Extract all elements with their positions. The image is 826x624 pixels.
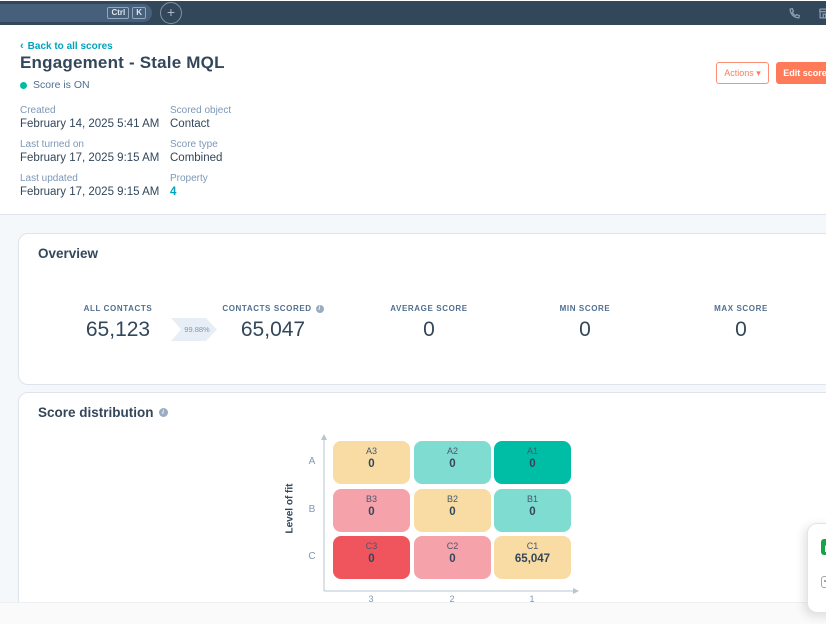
- info-icon[interactable]: i: [159, 408, 168, 417]
- matrix-cell-c3: C3 0: [333, 536, 410, 579]
- metric-value: 0: [510, 318, 660, 342]
- metric-label: MAX SCORE: [666, 304, 816, 313]
- metric-label: AVERAGE SCORE: [354, 304, 504, 313]
- score-status: Score is ON: [20, 79, 90, 91]
- meta-label: Scored object: [170, 105, 231, 116]
- metric-label: MIN SCORE: [510, 304, 660, 313]
- chevron-left-icon: ‹: [20, 40, 24, 52]
- cell-id: C2: [414, 541, 491, 551]
- k-keycap: K: [132, 7, 146, 19]
- meta-last-turned-on: Last turned on February 17, 2025 9:15 AM: [20, 139, 159, 164]
- meta-property: Property 4: [170, 173, 231, 198]
- cell-id: C3: [333, 541, 410, 551]
- row-label-b: B: [303, 504, 321, 515]
- back-to-scores-link[interactable]: ‹ Back to all scores: [20, 40, 113, 52]
- meta-value: February 17, 2025 9:15 AM: [20, 152, 159, 164]
- meta-value: Combined: [170, 152, 231, 164]
- score-detail-header: ‹ Back to all scores Engagement - Stale M…: [0, 25, 826, 215]
- cell-value: 0: [333, 506, 410, 518]
- meta-score-type: Score type Combined: [170, 139, 231, 164]
- overview-card: Overview ALL CONTACTS 65,123 99.88% CONT…: [18, 233, 826, 385]
- meta-label: Last turned on: [20, 139, 159, 150]
- matrix-cell-b3: B3 0: [333, 489, 410, 532]
- matrix-cell-b2: B2 0: [414, 489, 491, 532]
- cell-id: C1: [494, 541, 571, 551]
- y-axis-label: Level of fit: [285, 474, 296, 544]
- cell-id: A2: [414, 446, 491, 456]
- matrix-cell-a3: A3 0: [333, 441, 410, 484]
- metric-value: 65,123: [43, 318, 193, 342]
- status-on-dot-icon: [20, 82, 27, 89]
- metric-contacts-scored: CONTACTS SCORED i 65,047: [198, 304, 348, 342]
- meta-label: Property: [170, 173, 231, 184]
- create-new-button[interactable]: +: [160, 2, 182, 24]
- cell-value: 0: [414, 553, 491, 565]
- metric-label: ALL CONTACTS: [43, 304, 193, 313]
- meta-label: Score type: [170, 139, 231, 150]
- matrix-cell-c2: C2 0: [414, 536, 491, 579]
- metric-min-score: MIN SCORE 0: [510, 304, 660, 342]
- property-count-link[interactable]: 4: [170, 186, 231, 198]
- meta-label: Last updated: [20, 173, 159, 184]
- cell-value: 0: [333, 458, 410, 470]
- cell-value: 0: [333, 553, 410, 565]
- matrix-cell-b1: B1 0: [494, 489, 571, 532]
- metric-value: 0: [354, 318, 504, 342]
- cell-value: 0: [494, 506, 571, 518]
- meta-scored-object: Scored object Contact: [170, 105, 231, 130]
- edit-score-button[interactable]: Edit score: [776, 62, 826, 84]
- metadata-column-left: Created February 14, 2025 5:41 AM Last t…: [20, 105, 159, 207]
- matrix-cell-a1: A1 0: [494, 441, 571, 484]
- meta-value: February 14, 2025 5:41 AM: [20, 118, 159, 130]
- phone-icon[interactable]: [788, 7, 801, 20]
- cell-id: A3: [333, 446, 410, 456]
- matrix-cell-c1: C1 65,047: [494, 536, 571, 579]
- cell-id: B1: [494, 494, 571, 504]
- metric-all-contacts: ALL CONTACTS 65,123: [43, 304, 193, 342]
- meta-value: February 17, 2025 9:15 AM: [20, 186, 159, 198]
- distribution-title: Score distribution: [38, 405, 154, 420]
- top-navigation-bar: Ctrl K +: [0, 1, 826, 25]
- cell-value: 0: [414, 458, 491, 470]
- status-label: Score is ON: [33, 79, 90, 91]
- info-icon[interactable]: i: [316, 305, 324, 313]
- ctrl-keycap: Ctrl: [107, 7, 129, 19]
- meta-created: Created February 14, 2025 5:41 AM: [20, 105, 159, 130]
- cell-value: 0: [494, 458, 571, 470]
- metric-max-score: MAX SCORE 0: [666, 304, 816, 342]
- metric-value: 0: [666, 318, 816, 342]
- cell-id: A1: [494, 446, 571, 456]
- global-search-input[interactable]: Ctrl K: [0, 4, 152, 22]
- metric-value: 65,047: [198, 318, 348, 342]
- score-distribution-matrix: Level of fit A B C A3 0 A2 0 A1 0 B3 0 B…: [281, 431, 601, 624]
- overview-title: Overview: [38, 246, 98, 261]
- extension-icon[interactable]: [821, 539, 826, 555]
- cell-id: B3: [333, 494, 410, 504]
- topbar-icon-group: [788, 1, 826, 25]
- metric-average-score: AVERAGE SCORE 0: [354, 304, 504, 342]
- cell-id: B2: [414, 494, 491, 504]
- metric-label: CONTACTS SCORED: [222, 304, 311, 313]
- back-link-label: Back to all scores: [28, 41, 113, 52]
- row-label-c: C: [303, 551, 321, 562]
- secondary-extension-icon[interactable]: [821, 576, 826, 588]
- marketplace-icon[interactable]: [817, 6, 826, 21]
- score-distribution-card: Score distribution i Level of fit A B C …: [18, 392, 826, 624]
- viewport-cutoff-band: [0, 602, 826, 624]
- cell-value: 65,047: [494, 553, 571, 565]
- metadata-column-right: Scored object Contact Score type Combine…: [170, 105, 231, 207]
- meta-label: Created: [20, 105, 159, 116]
- matrix-cell-a2: A2 0: [414, 441, 491, 484]
- cell-value: 0: [414, 506, 491, 518]
- meta-last-updated: Last updated February 17, 2025 9:15 AM: [20, 173, 159, 198]
- row-label-a: A: [303, 456, 321, 467]
- meta-value: Contact: [170, 118, 231, 130]
- page-title: Engagement - Stale MQL: [20, 53, 225, 73]
- actions-button[interactable]: Actions ▾: [716, 62, 769, 84]
- extension-popup: [807, 523, 826, 613]
